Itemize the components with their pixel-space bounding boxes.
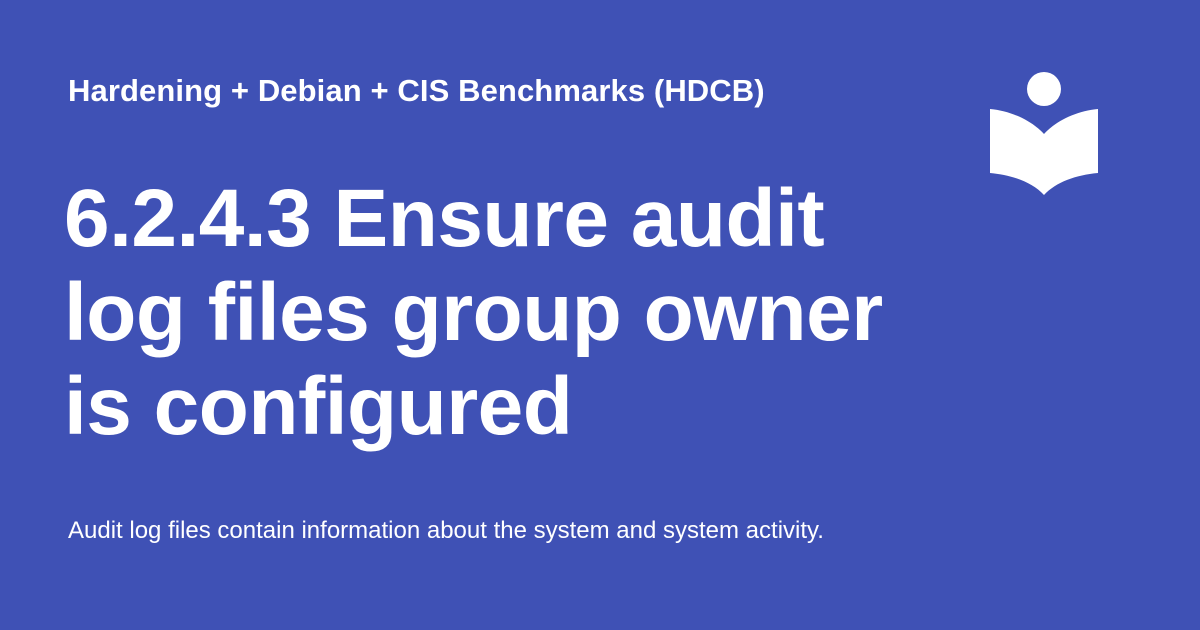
site-name: Hardening + Debian + CIS Benchmarks (HDC… [68, 73, 765, 108]
page-title: 6.2.4.3 Ensure audit log files group own… [64, 173, 883, 452]
page-description: Audit log files contain information abou… [68, 517, 824, 544]
reader-book-icon [988, 70, 1100, 198]
social-card: Hardening + Debian + CIS Benchmarks (HDC… [0, 0, 1200, 630]
